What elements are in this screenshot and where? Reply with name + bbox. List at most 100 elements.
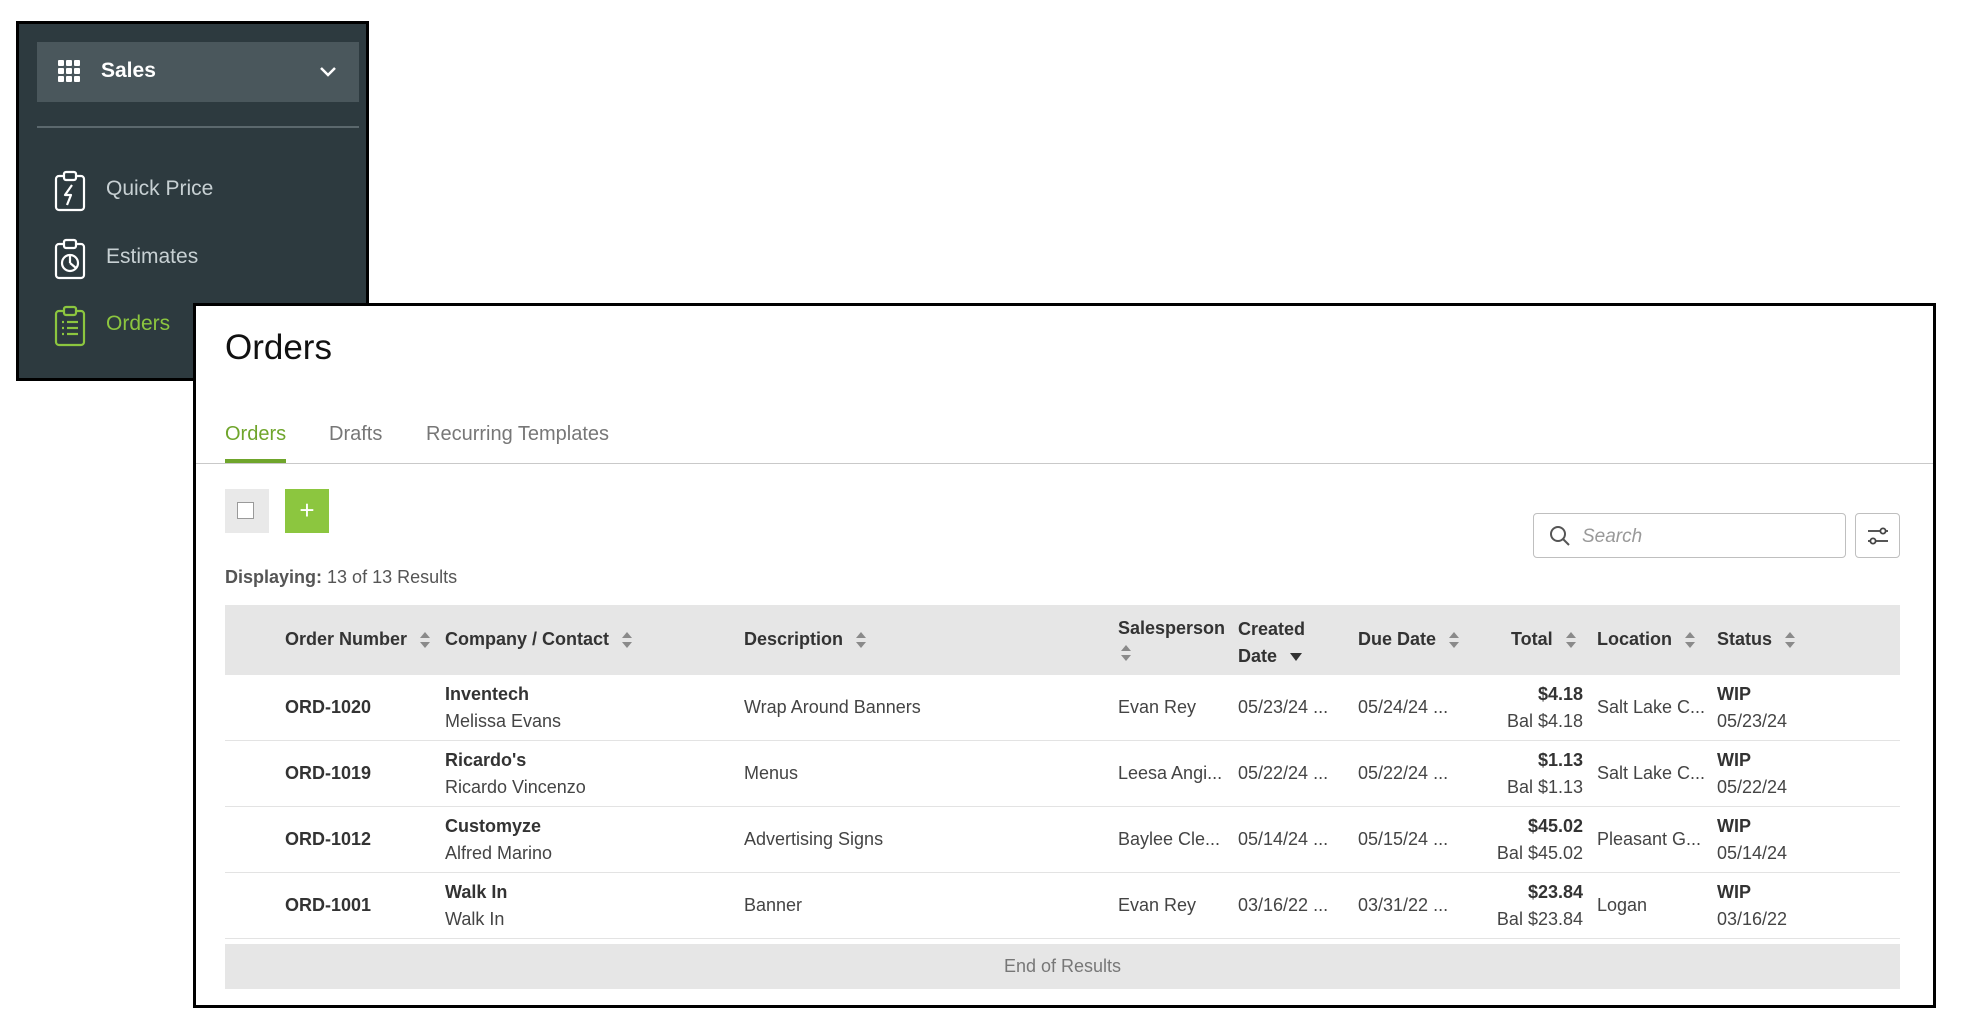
status-label: WIP — [1717, 750, 1751, 770]
checkbox-box — [237, 502, 254, 519]
created-date: 05/22/24 ... — [1238, 763, 1329, 783]
col-label: Due Date — [1358, 629, 1437, 649]
tab-bar: Orders Drafts Recurring Templates — [196, 418, 1933, 464]
order-number[interactable]: ORD-1012 — [285, 829, 371, 850]
sort-icon — [1121, 645, 1131, 662]
contact-name: Melissa Evans — [445, 711, 562, 731]
status-date: 05/22/24 — [1717, 777, 1788, 797]
contact-name: Ricardo Vincenzo — [445, 777, 586, 797]
add-order-button[interactable]: + — [285, 489, 329, 533]
search-box — [1533, 513, 1846, 558]
sidebar-divider — [37, 126, 359, 128]
due-date: 05/24/24 ... — [1358, 697, 1449, 717]
sort-icon — [1565, 632, 1576, 649]
balance: Bal $45.02 — [1496, 843, 1583, 863]
col-label: Status — [1717, 629, 1773, 649]
filter-button[interactable] — [1855, 513, 1900, 558]
status-label: WIP — [1717, 882, 1751, 902]
order-number[interactable]: ORD-1001 — [285, 895, 371, 916]
due-date: 05/22/24 ... — [1358, 763, 1449, 783]
salesperson: Evan Rey — [1118, 697, 1197, 717]
col-location[interactable]: Location — [1597, 629, 1696, 650]
company-contact: Inventech Melissa Evans — [445, 681, 561, 735]
sidebar-item-estimates[interactable]: Estimates — [37, 232, 359, 282]
company-name: Walk In — [445, 882, 508, 902]
clipboard-chart-icon — [54, 238, 86, 280]
select-all-checkbox[interactable] — [225, 489, 269, 533]
col-order-number[interactable]: Order Number — [285, 629, 431, 650]
tab-orders[interactable]: Orders — [225, 423, 287, 463]
sliders-icon — [1868, 527, 1888, 545]
location: Logan — [1597, 895, 1648, 915]
balance: Bal $23.84 — [1496, 909, 1583, 929]
contact-name: Walk In — [445, 909, 505, 929]
tab-drafts[interactable]: Drafts — [329, 423, 382, 463]
chevron-down-icon — [320, 67, 336, 77]
salesperson: Leesa Angi... — [1118, 763, 1223, 783]
salesperson: Baylee Cle... — [1118, 829, 1221, 849]
total: $4.18 Bal $4.18 — [1463, 681, 1583, 735]
col-label: Company / Contact — [445, 629, 610, 649]
col-company-contact[interactable]: Company / Contact — [445, 629, 633, 650]
col-total[interactable]: Total — [1511, 629, 1576, 650]
clipboard-lightning-icon — [54, 170, 86, 212]
col-label: Total — [1511, 629, 1553, 649]
balance: Bal $4.18 — [1506, 711, 1583, 731]
description: Advertising Signs — [744, 829, 884, 849]
location: Salt Lake C... — [1597, 763, 1706, 783]
search-input[interactable] — [1580, 522, 1839, 551]
company-name: Customyze — [445, 816, 542, 836]
order-number[interactable]: ORD-1020 — [285, 697, 371, 718]
created-date: 05/14/24 ... — [1238, 829, 1329, 849]
created-date: 05/23/24 ... — [1238, 697, 1329, 717]
company-contact: Customyze Alfred Marino — [445, 813, 552, 867]
company-name: Ricardo's — [445, 750, 527, 770]
col-salesperson[interactable]: Salesperson — [1118, 616, 1225, 664]
end-of-results: End of Results — [225, 944, 1900, 989]
table-row[interactable]: ORD-1020 Inventech Melissa Evans Wrap Ar… — [225, 675, 1900, 741]
salesperson: Evan Rey — [1118, 895, 1197, 915]
results-count: Displaying: 13 of 13 Results — [225, 567, 457, 588]
status-date: 05/23/24 — [1717, 711, 1788, 731]
total-amount: $23.84 — [1527, 882, 1583, 902]
description: Wrap Around Banners — [744, 697, 921, 717]
sort-icon — [1685, 632, 1696, 649]
col-status[interactable]: Status — [1717, 629, 1796, 650]
col-label: Location — [1597, 629, 1672, 649]
location: Salt Lake C... — [1597, 697, 1706, 717]
table-row[interactable]: ORD-1001 Walk In Walk In Banner Evan Rey… — [225, 873, 1900, 939]
total: $1.13 Bal $1.13 — [1463, 747, 1583, 801]
page-title: Orders — [225, 328, 332, 367]
description: Banner — [744, 895, 803, 915]
col-created-date[interactable]: Created Date — [1238, 616, 1305, 670]
search-icon — [1550, 526, 1570, 546]
col-label: Date — [1238, 646, 1278, 666]
due-date: 03/31/22 ... — [1358, 895, 1449, 915]
company-contact: Walk In Walk In — [445, 879, 507, 933]
status-label: WIP — [1717, 816, 1751, 836]
location: Pleasant G... — [1597, 829, 1702, 849]
col-description[interactable]: Description — [744, 629, 867, 650]
total: $23.84 Bal $23.84 — [1463, 879, 1583, 933]
status-date: 05/14/24 — [1717, 843, 1788, 863]
sidebar-item-label: Estimates — [106, 245, 199, 268]
sort-desc-icon — [1290, 653, 1303, 662]
description: Menus — [744, 763, 799, 783]
sidebar-item-quick-price[interactable]: Quick Price — [37, 164, 359, 214]
status: WIP 05/22/24 — [1717, 747, 1787, 801]
status: WIP 05/14/24 — [1717, 813, 1787, 867]
col-due-date[interactable]: Due Date — [1358, 629, 1460, 650]
orders-panel: Orders Orders Drafts Recurring Templates… — [193, 303, 1936, 1008]
module-label: Sales — [101, 59, 156, 82]
status-label: WIP — [1717, 684, 1751, 704]
total-amount: $4.18 — [1537, 684, 1583, 704]
module-selector[interactable]: Sales — [37, 42, 359, 102]
grid-icon — [58, 60, 80, 82]
col-label: Salesperson — [1118, 618, 1226, 638]
col-label: Created — [1238, 619, 1306, 639]
table-row[interactable]: ORD-1012 Customyze Alfred Marino Adverti… — [225, 807, 1900, 873]
table-row[interactable]: ORD-1019 Ricardo's Ricardo Vincenzo Menu… — [225, 741, 1900, 807]
order-number[interactable]: ORD-1019 — [285, 763, 371, 784]
tab-recurring-templates[interactable]: Recurring Templates — [426, 423, 609, 463]
company-name: Inventech — [445, 684, 530, 704]
